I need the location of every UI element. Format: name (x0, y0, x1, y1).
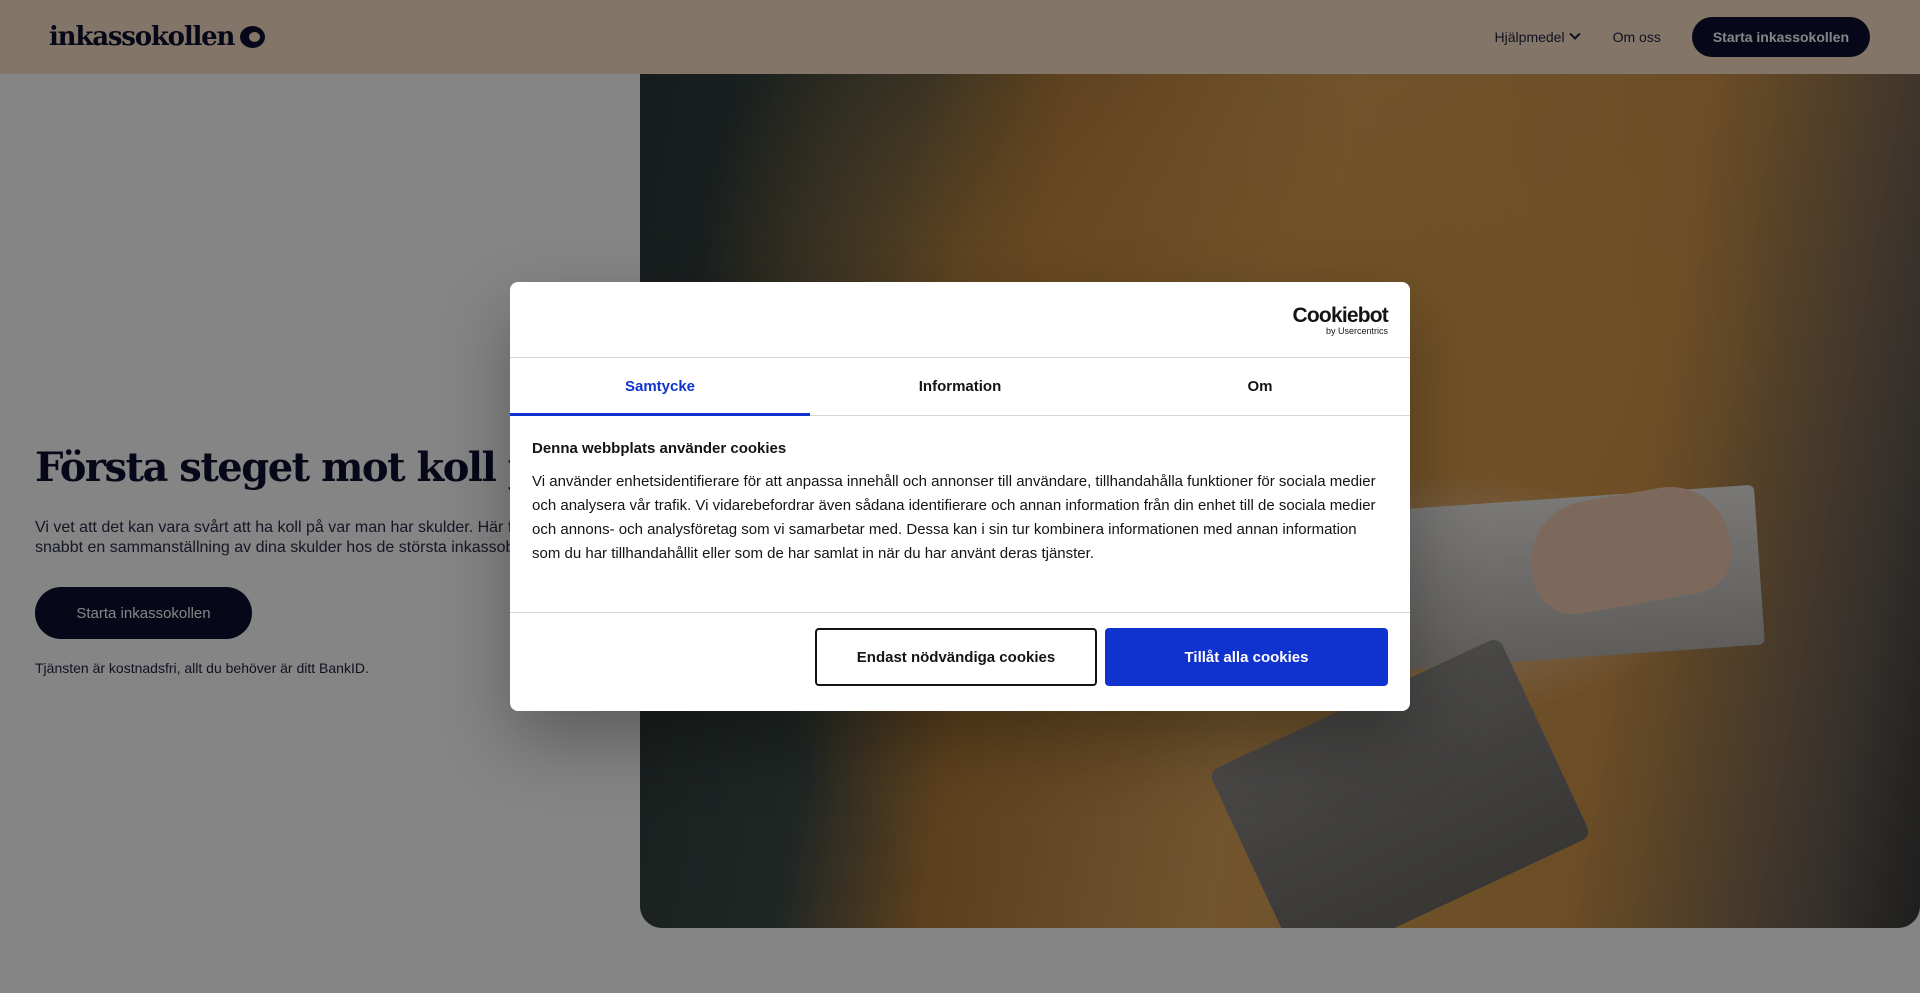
necessary-cookies-button[interactable]: Endast nödvändiga cookies (815, 628, 1097, 686)
cookiebot-brand: Cookiebot (1292, 304, 1389, 327)
cookie-consent-dialog: Cookiebot by Usercentrics Samtycke Infor… (510, 282, 1410, 711)
cookiebot-brand-sub: by Usercentrics (1325, 326, 1388, 336)
cookiebot-logo: Cookiebot by Usercentrics (1292, 304, 1389, 337)
tab-information[interactable]: Information (810, 358, 1110, 415)
dialog-heading: Denna webbplats använder cookies (532, 440, 787, 457)
tab-about[interactable]: Om (1110, 358, 1410, 415)
dialog-body: Denna webbplats använder cookies Vi anvä… (510, 416, 1410, 613)
tab-consent[interactable]: Samtycke (510, 358, 810, 416)
dialog-tabs: Samtycke Information Om (510, 358, 1410, 416)
dialog-text: Vi använder enhetsidentifierare för att … (532, 473, 1376, 562)
allow-all-cookies-button[interactable]: Tillåt alla cookies (1105, 628, 1388, 686)
dialog-header: Cookiebot by Usercentrics (510, 282, 1410, 358)
dialog-actions: Endast nödvändiga cookies Tillåt alla co… (510, 613, 1410, 686)
